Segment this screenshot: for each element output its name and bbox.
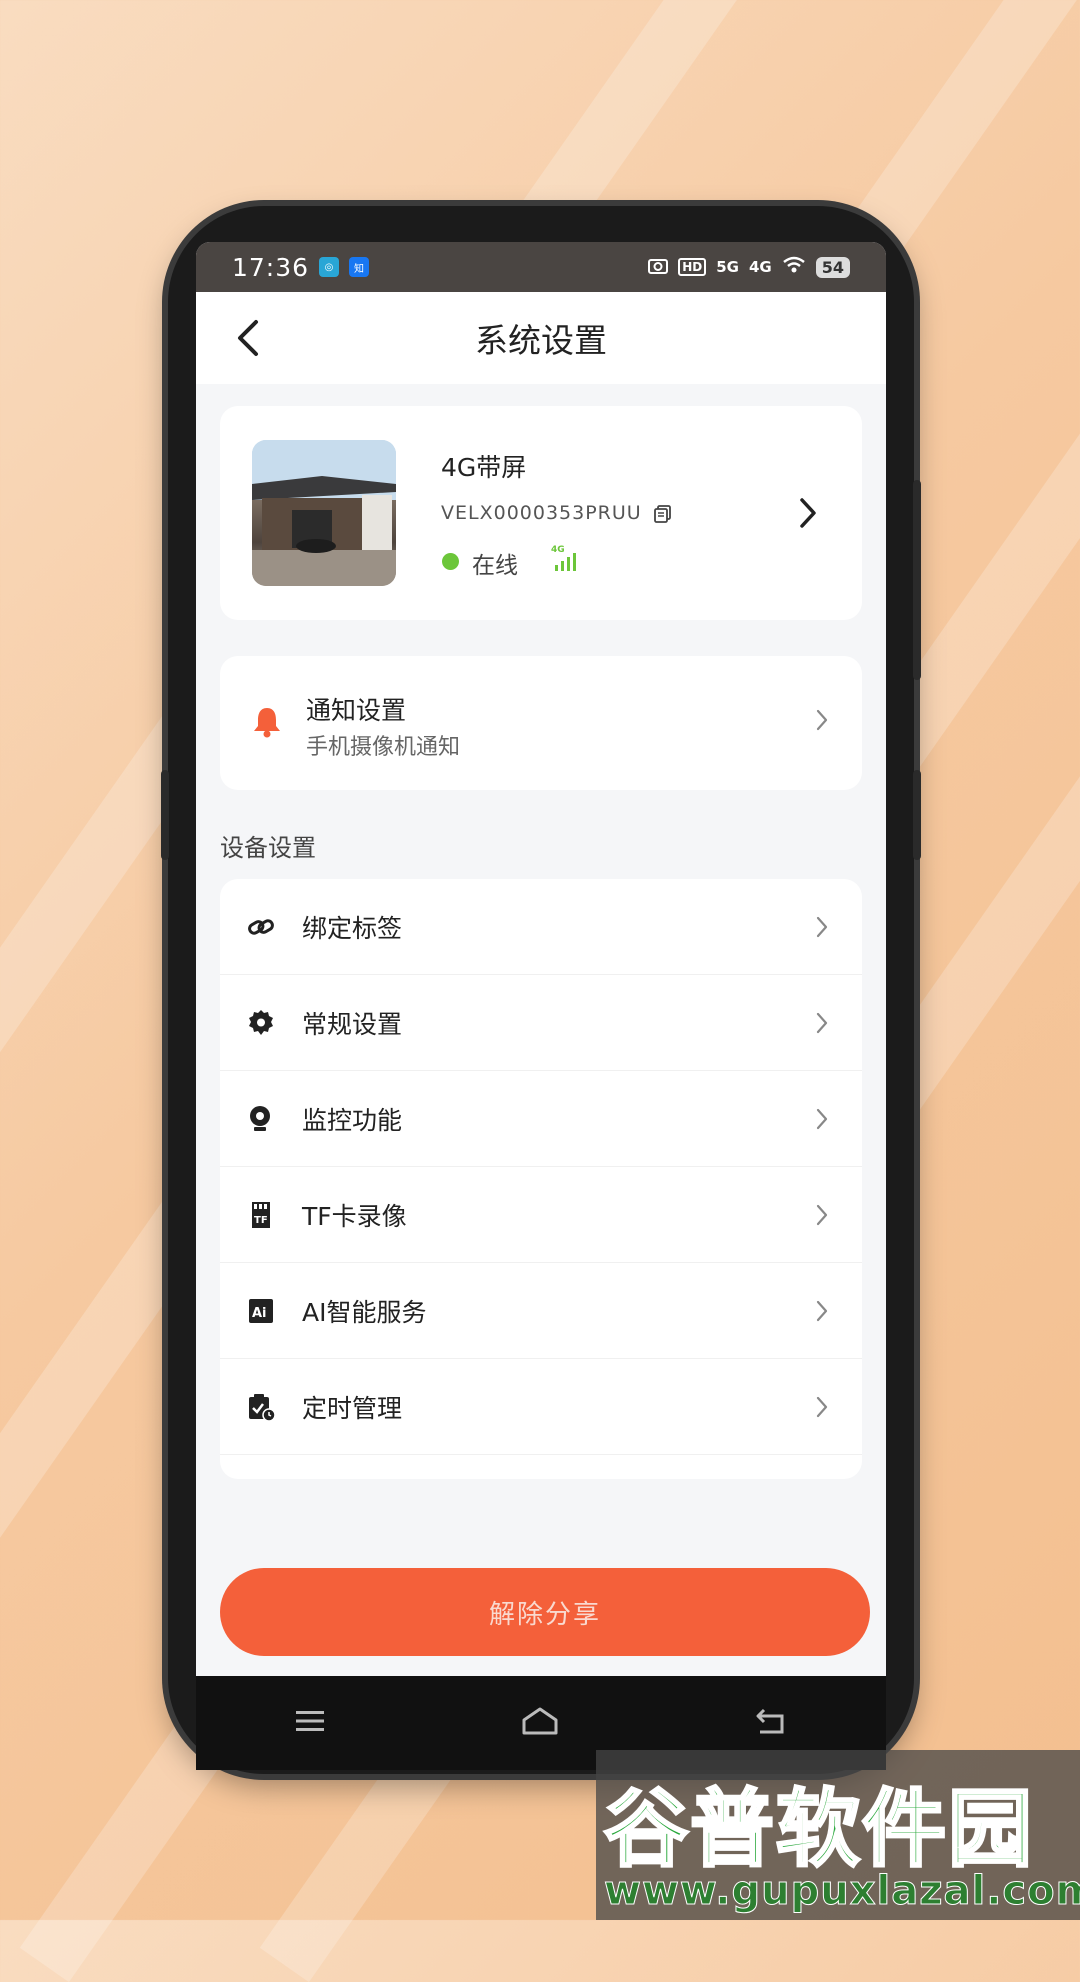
device-card[interactable]: 4G带屏 VELX0000353PRUU 在线 4G — [220, 406, 862, 620]
settings-item-tf-card[interactable]: TF TF卡录像 — [220, 1167, 862, 1263]
back-nav-icon[interactable] — [754, 1706, 788, 1740]
signal-strength-icon: 4G — [551, 543, 581, 577]
chevron-right-icon — [814, 1011, 830, 1039]
page-title: 系统设置 — [475, 321, 607, 360]
settings-item-label: 绑定标签 — [302, 913, 403, 943]
gear-icon — [246, 1008, 276, 1038]
camera-icon — [246, 1104, 276, 1134]
settings-item-bind-tag[interactable]: 绑定标签 — [220, 879, 862, 975]
chevron-right-icon — [814, 915, 830, 943]
unshare-button[interactable]: 解除分享 — [220, 1568, 870, 1656]
side-button — [913, 480, 921, 680]
camera-status-icon — [648, 256, 669, 278]
settings-item-label: 监控功能 — [302, 1105, 403, 1135]
schedule-icon — [246, 1392, 276, 1422]
signal-5g-icon: 5G — [716, 258, 739, 276]
settings-item-label: 常规设置 — [302, 1009, 403, 1039]
settings-item-label: 定时管理 — [302, 1393, 403, 1423]
notification-settings-subtitle: 手机摄像机通知 — [306, 735, 461, 760]
title-bar: 系统设置 — [196, 292, 886, 384]
back-arrow-icon[interactable] — [226, 314, 274, 362]
device-id: VELX0000353PRUU — [441, 502, 642, 524]
device-name: 4G带屏 — [441, 453, 527, 482]
tf-card-icon: TF — [246, 1200, 276, 1230]
settings-item-general[interactable]: 常规设置 — [220, 975, 862, 1071]
svg-text:Ai: Ai — [252, 1306, 267, 1321]
power-button — [913, 770, 921, 860]
link-icon — [246, 912, 276, 942]
watermark: 谷普软件园 www.gupuxlazal.com — [596, 1750, 1080, 1920]
notification-settings-title: 通知设置 — [306, 696, 407, 725]
device-settings-section-title: 设备设置 — [220, 834, 316, 862]
svg-text:TF: TF — [254, 1215, 268, 1226]
zhihu-notification-icon: 知 — [349, 257, 370, 277]
chevron-right-icon — [814, 1107, 830, 1135]
hd-icon: HD — [678, 258, 707, 276]
wifi-icon — [782, 256, 806, 278]
notification-settings-row[interactable]: 通知设置 手机摄像机通知 — [220, 656, 862, 790]
chevron-right-icon[interactable] — [794, 496, 822, 534]
signal-4g-icon: 4G — [748, 258, 772, 276]
settings-item-ai-service[interactable]: Ai AI智能服务 — [220, 1263, 862, 1359]
status-bar: 17:36 ◎ 知 HD 5G 4G 54 — [196, 242, 886, 292]
online-status-dot — [442, 553, 459, 570]
volume-button — [161, 770, 169, 860]
device-thumbnail — [252, 440, 396, 586]
battery-icon: 54 — [815, 256, 850, 278]
copy-icon[interactable] — [653, 504, 673, 528]
watermark-url: www.gupuxlazal.com — [603, 1868, 1080, 1915]
app-notification-icon: ◎ — [319, 257, 340, 277]
menu-icon[interactable] — [294, 1708, 326, 1738]
chevron-right-icon — [814, 708, 830, 736]
chevron-right-icon — [814, 1395, 830, 1423]
watermark-brand: 谷普软件园 — [602, 1779, 1035, 1880]
settings-item-label: TF卡录像 — [302, 1201, 407, 1231]
settings-item-label: AI智能服务 — [302, 1297, 427, 1327]
settings-item-schedule[interactable]: 定时管理 — [220, 1359, 862, 1455]
bell-icon — [252, 706, 282, 742]
chevron-right-icon — [814, 1299, 830, 1327]
ai-icon: Ai — [246, 1296, 276, 1326]
status-time: 17:36 — [232, 252, 310, 282]
online-status-text: 在线 — [472, 553, 518, 579]
chevron-right-icon — [814, 1203, 830, 1231]
home-icon[interactable] — [521, 1706, 559, 1740]
settings-item-monitoring[interactable]: 监控功能 — [220, 1071, 862, 1167]
app-screen: 17:36 ◎ 知 HD 5G 4G 54 系统设置 4G带屏 VELX0000… — [196, 242, 886, 1714]
device-settings-list: 绑定标签 常规设置 监控功能 TF TF卡录像 Ai AI智能服务 定时管理 — [220, 879, 862, 1479]
svg-text:4G: 4G — [551, 545, 565, 555]
